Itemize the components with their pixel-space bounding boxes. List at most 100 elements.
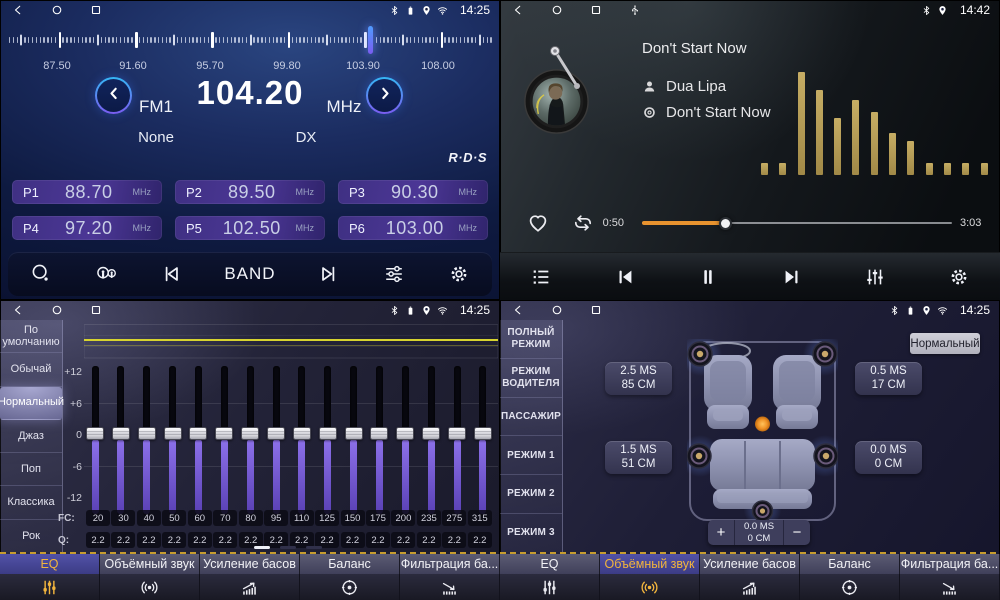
slider-handle[interactable] <box>215 427 233 440</box>
slider-handle[interactable] <box>267 427 285 440</box>
tab-balance[interactable]: Баланс <box>800 554 900 574</box>
previous-track-button[interactable] <box>614 266 636 288</box>
surround-icon[interactable] <box>600 574 700 600</box>
home-icon[interactable] <box>51 4 63 16</box>
mode-item[interactable]: РЕЖИМ 3 <box>500 514 562 552</box>
eq-band-slider[interactable] <box>86 366 104 516</box>
band-button[interactable]: BAND <box>224 264 275 284</box>
eq-band-slider[interactable] <box>164 366 182 516</box>
tab-surround[interactable]: Объёмный звук <box>600 554 700 574</box>
recents-icon[interactable] <box>90 304 102 316</box>
tune-up-button[interactable] <box>366 77 403 114</box>
home-icon[interactable] <box>551 4 563 16</box>
mode-item[interactable]: ПАССАЖИР <box>500 398 562 437</box>
slider-handle[interactable] <box>370 427 388 440</box>
eq-preset-item[interactable]: Классика <box>0 486 62 519</box>
slider-handle[interactable] <box>112 427 130 440</box>
previous-station-button[interactable] <box>160 263 182 285</box>
back-icon[interactable] <box>12 4 24 16</box>
profile-normal-button[interactable]: Нормальный <box>910 333 980 354</box>
eq-icon[interactable] <box>0 574 100 600</box>
slider-handle[interactable] <box>293 427 311 440</box>
eq-icon[interactable] <box>500 574 600 600</box>
delay-minus-button[interactable]: − <box>783 520 810 545</box>
recents-icon[interactable] <box>590 304 602 316</box>
tab-filter[interactable]: Фильтрация ба... <box>400 554 500 574</box>
balance-icon[interactable] <box>300 574 400 600</box>
preset-button-p3[interactable]: P390.30MHz <box>338 180 488 204</box>
tune-down-button[interactable] <box>95 77 132 114</box>
back-icon[interactable] <box>12 304 24 316</box>
slider-handle[interactable] <box>319 427 337 440</box>
eq-band-slider[interactable] <box>448 366 466 516</box>
tab-filter[interactable]: Фильтрация ба... <box>900 554 1000 574</box>
recents-icon[interactable] <box>90 4 102 16</box>
tab-eq[interactable]: EQ <box>500 554 600 574</box>
eq-preset-item[interactable]: Обычай <box>0 353 62 386</box>
seek-bar[interactable] <box>642 219 952 227</box>
slider-handle[interactable] <box>241 427 259 440</box>
bass-boost-icon[interactable] <box>700 574 800 600</box>
slider-handle[interactable] <box>474 427 492 440</box>
slider-handle[interactable] <box>189 427 207 440</box>
tab-surround[interactable]: Объёмный звук <box>100 554 200 574</box>
surround-icon[interactable] <box>100 574 200 600</box>
home-icon[interactable] <box>551 304 563 316</box>
favorite-button[interactable] <box>526 211 550 235</box>
eq-band-slider[interactable] <box>396 366 414 516</box>
settings-button[interactable] <box>448 263 470 285</box>
eq-band-slider[interactable] <box>215 366 233 516</box>
frequency-dial[interactable] <box>0 24 500 56</box>
eq-band-slider[interactable] <box>422 366 440 516</box>
eq-band-slider[interactable] <box>293 366 311 516</box>
audio-settings-button[interactable] <box>383 263 405 285</box>
stereo-dx-button[interactable] <box>95 263 117 285</box>
eq-preset-item[interactable]: Нормальный <box>0 387 62 420</box>
slider-handle[interactable] <box>86 427 104 440</box>
tab-bass-boost[interactable]: Усиление басов <box>700 554 800 574</box>
eq-band-slider[interactable] <box>319 366 337 516</box>
eq-band-slider[interactable] <box>267 366 285 516</box>
back-icon[interactable] <box>512 4 524 16</box>
eq-preset-item[interactable]: Рок <box>0 520 62 552</box>
search-button[interactable] <box>30 263 52 285</box>
usb-icon[interactable] <box>629 4 641 16</box>
mode-item[interactable]: ПОЛНЫЙ РЕЖИМ <box>500 320 562 359</box>
balance-icon[interactable] <box>800 574 900 600</box>
slider-handle[interactable] <box>448 427 466 440</box>
delay-rear-right-button[interactable]: 0.0 MS 0 CM <box>855 441 922 474</box>
delay-plus-button[interactable]: + <box>708 520 735 545</box>
pause-button[interactable] <box>697 266 719 288</box>
preset-button-p4[interactable]: P497.20MHz <box>12 216 162 240</box>
repeat-button[interactable] <box>571 211 595 235</box>
delay-rear-left-button[interactable]: 1.5 MS 51 CM <box>605 441 672 474</box>
playlist-button[interactable] <box>530 266 552 288</box>
mode-item[interactable]: РЕЖИМ 2 <box>500 475 562 514</box>
eq-band-slider[interactable] <box>474 366 492 516</box>
preset-button-p1[interactable]: P188.70MHz <box>12 180 162 204</box>
recents-icon[interactable] <box>590 4 602 16</box>
settings-button[interactable] <box>948 266 970 288</box>
seek-knob[interactable] <box>719 217 732 230</box>
slider-handle[interactable] <box>396 427 414 440</box>
preset-button-p2[interactable]: P289.50MHz <box>175 180 325 204</box>
tab-bass-boost[interactable]: Усиление басов <box>200 554 300 574</box>
eq-band-slider[interactable] <box>241 366 259 516</box>
equalizer-button[interactable] <box>864 266 886 288</box>
eq-preset-item[interactable]: Джаз <box>0 420 62 453</box>
tab-balance[interactable]: Баланс <box>300 554 400 574</box>
slider-handle[interactable] <box>164 427 182 440</box>
slider-handle[interactable] <box>138 427 156 440</box>
eq-preset-item[interactable]: По умолчанию <box>0 320 62 353</box>
eq-band-slider[interactable] <box>138 366 156 516</box>
eq-band-slider[interactable] <box>345 366 363 516</box>
filter-icon[interactable] <box>900 574 1000 600</box>
slider-handle[interactable] <box>345 427 363 440</box>
mode-item[interactable]: РЕЖИМ 1 <box>500 436 562 475</box>
delay-front-right-button[interactable]: 0.5 MS 17 CM <box>855 362 922 395</box>
slider-handle[interactable] <box>422 427 440 440</box>
eq-band-slider[interactable] <box>370 366 388 516</box>
back-icon[interactable] <box>512 304 524 316</box>
delay-front-left-button[interactable]: 2.5 MS 85 CM <box>605 362 672 395</box>
bass-boost-icon[interactable] <box>200 574 300 600</box>
